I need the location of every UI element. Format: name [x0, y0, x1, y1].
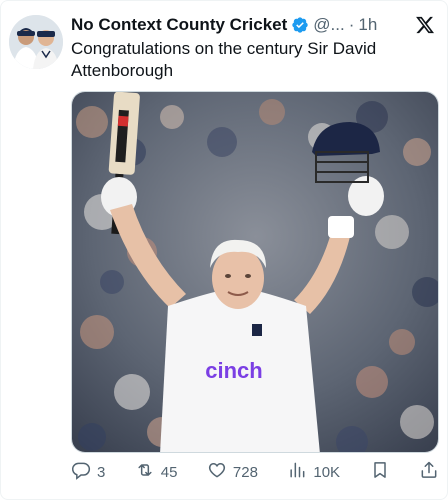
like-button[interactable]: 728: [207, 460, 258, 484]
display-name[interactable]: No Context County Cricket: [71, 15, 287, 35]
views-count: 10K: [313, 463, 341, 481]
bookmark-icon: [370, 460, 390, 484]
bookmark-button[interactable]: [370, 460, 390, 484]
timestamp[interactable]: 1h: [358, 15, 377, 35]
reply-button[interactable]: 3: [71, 460, 105, 484]
views-button[interactable]: 10K: [287, 460, 340, 484]
tweet-media-image[interactable]: cinch: [71, 91, 439, 453]
retweet-button[interactable]: 45: [135, 460, 178, 484]
reply-icon: [71, 460, 91, 484]
tweet-card[interactable]: No Context County Cricket @... · 1h Cong…: [0, 0, 448, 500]
shirt-logo-text: cinch: [205, 358, 262, 383]
retweet-icon: [135, 460, 155, 484]
x-logo-icon[interactable]: [415, 15, 435, 35]
tweet-header: No Context County Cricket @... · 1h: [71, 15, 407, 35]
handle[interactable]: @...: [313, 15, 344, 35]
reply-count: 3: [97, 463, 106, 481]
avatar-image: [9, 15, 63, 69]
retweet-count: 45: [160, 463, 178, 481]
tweet-text: Congratulations on the century Sir David…: [71, 39, 377, 80]
action-bar: 3 45 728 10K: [71, 459, 439, 485]
like-count: 728: [232, 463, 258, 481]
media-photo: cinch: [72, 92, 438, 452]
views-chart-icon: [287, 460, 307, 484]
share-icon: [419, 460, 439, 484]
share-button[interactable]: [419, 460, 439, 484]
verified-badge-icon: [291, 16, 309, 34]
heart-icon: [207, 460, 227, 484]
avatar[interactable]: [9, 15, 63, 69]
separator-dot: ·: [348, 15, 355, 34]
